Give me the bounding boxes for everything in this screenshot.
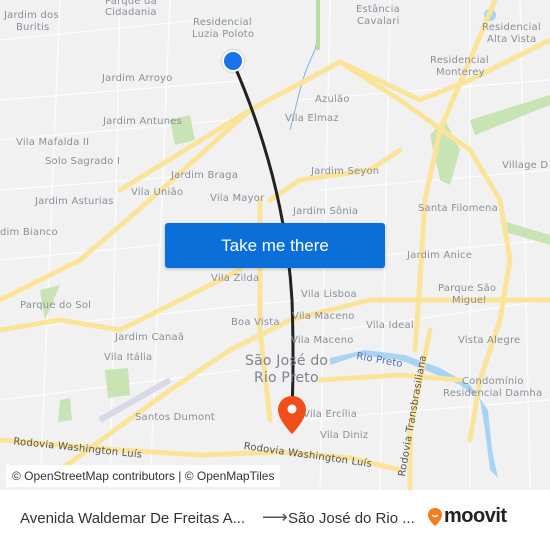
label-vila-lisboa: Vila Lisboa [301, 289, 357, 300]
label-estancia-cavalari-2: Cavalari [357, 16, 400, 27]
label-vila-elmaz: Vila Elmaz [285, 113, 339, 124]
destination-name: São José do Rio ... [288, 510, 415, 527]
label-residencial-luzia-poloto-2: Luzia Poloto [192, 29, 255, 40]
label-residencial-alta-vista-2: Alta Vista [487, 34, 537, 45]
label-residencial-monterey-1: Residencial [430, 55, 489, 66]
label-residencial-luzia-poloto-1: Residencial [193, 17, 252, 28]
label-jardim-seyon: Jardim Seyon [311, 166, 380, 177]
label-jardim-sonia: Jardim Sônia [293, 206, 359, 217]
label-jardim-antunes: Jardim Antunes [103, 116, 182, 127]
label-vila-maceno-1: Vila Maceno [292, 311, 355, 322]
label-vila-diniz: Vila Diniz [320, 430, 369, 441]
label-village-d: Village D [502, 160, 549, 171]
destination-pin-icon [278, 396, 306, 434]
label-parque-sao-miguel-2: Miguel [452, 295, 487, 306]
moovit-logo[interactable]: moovit [428, 505, 507, 528]
label-estancia-cavalari-1: Estância [356, 4, 400, 15]
label-condominio-residencial-damha-2: Residencial Damha [443, 388, 543, 399]
label-vila-zilda: Vila Zilda [211, 273, 260, 284]
take-me-there-button[interactable]: Take me there [165, 223, 385, 268]
footer: Avenida Waldemar De Freitas A... ⟶ São J… [0, 490, 550, 550]
label-jardim-dos-buritis-1: Jardim dos [4, 10, 59, 21]
moovit-pin-icon [428, 507, 442, 526]
label-sao-jose-do-rio-preto-1: São José do [245, 353, 329, 369]
label-jardim-asturias: Jardim Asturias [35, 196, 114, 207]
label-jardim-canaa: Jardim Canaã [115, 332, 185, 343]
label-vila-ideal: Vila Ideal [366, 320, 414, 331]
label-residencial-monterey-2: Monterey [436, 67, 485, 78]
arrow-right-icon: ⟶ [262, 507, 288, 527]
label-parque-sao-miguel-1: Parque São [438, 283, 497, 294]
map-attribution[interactable]: © OpenStreetMap contributors | © OpenMap… [6, 465, 281, 487]
label-vila-italia: Vila Itália [104, 352, 153, 363]
map[interactable]: Parque da Cidadania Jardim dos Buritis R… [0, 0, 550, 490]
label-santa-filomena: Santa Filomena [418, 203, 498, 214]
label-azulao: Azulão [315, 94, 350, 105]
label-vila-mayor: Vila Mayor [210, 193, 265, 204]
label-jardim-bianco: dim Bianco [0, 227, 58, 238]
moovit-wordmark: moovit [444, 505, 507, 527]
label-vila-maceno-2: Vila Maceno [291, 335, 354, 346]
label-condominio-residencial-damha-1: Condomínio [462, 376, 524, 387]
label-jardim-arroyo: Jardim Arroyo [102, 73, 173, 84]
label-vila-ercilia: Vila Ercília [303, 409, 358, 420]
label-jardim-dos-buritis-2: Buritis [16, 22, 50, 33]
label-jardim-anice: Jardim Anice [407, 250, 473, 261]
label-solo-sagrado-i: Solo Sagrado I [45, 156, 120, 167]
label-jardim-braga: Jardim Braga [171, 170, 239, 181]
label-vila-uniao: Vila União [131, 187, 184, 198]
label-parque-da-cidadania-2: Cidadania [105, 7, 157, 18]
label-residencial-alta-vista-1: Residencial [482, 22, 541, 33]
label-sao-jose-do-rio-preto-2: Rio Preto [254, 370, 319, 386]
label-boa-vista: Boa Vista [231, 317, 280, 328]
label-vista-alegre: Vista Alegre [458, 335, 521, 346]
label-vila-mafalda-ii: Vila Mafalda II [16, 137, 90, 148]
origin-name: Avenida Waldemar De Freitas A... [20, 510, 246, 527]
origin-marker [222, 50, 244, 72]
label-santos-dumont: Santos Dumont [135, 412, 215, 423]
label-parque-do-sol: Parque do Sol [20, 300, 92, 311]
